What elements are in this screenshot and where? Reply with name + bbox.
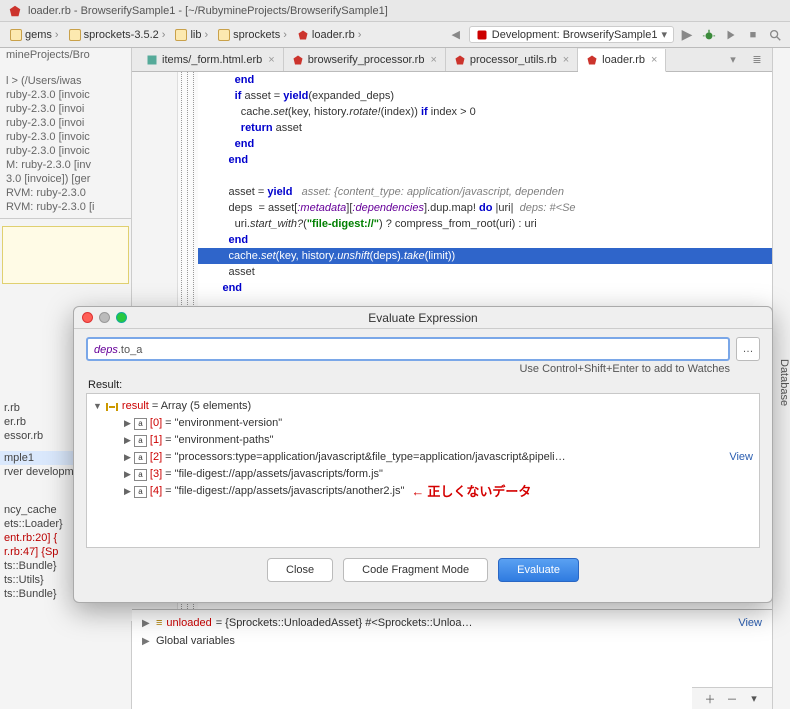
run-config-selector[interactable]: Development: BrowserifySample1 ▾ (469, 26, 674, 43)
expression-input[interactable]: deps.to_a (86, 337, 730, 361)
close-icon[interactable]: × (651, 54, 657, 66)
evaluate-expression-dialog: Evaluate Expression deps.to_a … Use Cont… (73, 306, 773, 603)
expand-icon[interactable]: ▶ (124, 483, 131, 500)
stop-button[interactable]: ■ (744, 26, 762, 44)
execution-line: cache.set(key, history.unshift(deps).tak… (198, 248, 772, 264)
ruby-file-icon (292, 54, 304, 66)
breadcrumb-toolbar: gems› sprockets-3.5.2› lib› sprockets› l… (0, 22, 790, 48)
rails-icon (476, 29, 488, 41)
debug-button[interactable] (700, 26, 718, 44)
chevron-down-icon: ▾ (661, 28, 667, 41)
ruby-file-icon (586, 54, 598, 66)
database-tool-tab[interactable]: Database (772, 48, 790, 709)
string-icon: a (134, 452, 147, 464)
search-button[interactable] (766, 26, 784, 44)
result-label: Result: (74, 379, 772, 393)
result-item[interactable]: ▶a[2] = "processors:type=application/jav… (93, 449, 753, 466)
tabs-list-button[interactable]: ≣ (748, 51, 766, 69)
ruby-file-icon (297, 29, 309, 41)
add-button[interactable]: ＋ (702, 691, 718, 707)
chevron-right-icon: › (283, 29, 287, 41)
expand-icon[interactable]: ▶ (124, 449, 131, 466)
hint-label: Use Control+Shift+Enter to add to Watche… (74, 361, 772, 379)
string-icon: a (134, 418, 147, 430)
string-icon: a (134, 486, 147, 498)
chevron-right-icon: › (162, 29, 166, 41)
breadcrumb-item[interactable]: sprockets-3.5.2› (65, 28, 170, 42)
close-icon[interactable]: × (430, 54, 436, 66)
code-content[interactable]: end if asset = yield(expanded_deps) cach… (198, 72, 772, 296)
result-tree[interactable]: ▼ result = Array (5 elements) ▶a[0] = "e… (86, 393, 760, 548)
tab-loader[interactable]: loader.rb× (578, 49, 666, 72)
dialog-title: Evaluate Expression (74, 311, 772, 325)
expand-icon[interactable]: ▶ (124, 415, 131, 432)
tab-form-html[interactable]: items/_form.html.erb× (138, 48, 284, 71)
result-item[interactable]: ▶a[0] = "environment-version" (93, 415, 753, 432)
remove-button[interactable]: － (724, 691, 740, 707)
variable-row[interactable]: ▶ ≡ unloaded = {Sprockets::UnloadedAsset… (142, 614, 762, 632)
annotation-text: 正しくないデータ (427, 483, 531, 500)
folder-icon (69, 29, 81, 41)
expression-history-button[interactable]: … (736, 337, 760, 361)
result-item[interactable]: ▶a[3] = "file-digest://app/assets/javasc… (93, 466, 753, 483)
folder-icon (218, 29, 230, 41)
folder-icon (175, 29, 187, 41)
debug-variables-panel[interactable]: ▶ ≡ unloaded = {Sprockets::UnloadedAsset… (132, 609, 772, 709)
expand-icon[interactable]: ▶ (124, 432, 131, 449)
view-link[interactable]: View (738, 617, 762, 629)
close-icon[interactable]: × (563, 54, 569, 66)
tab-browserify-processor[interactable]: browserify_processor.rb× (284, 48, 446, 71)
result-item[interactable]: ▶a[4] = "file-digest://app/assets/javasc… (93, 483, 753, 500)
breadcrumb-item[interactable]: loader.rb› (293, 28, 365, 42)
tab-processor-utils[interactable]: processor_utils.rb× (446, 48, 578, 71)
editor-tabs: items/_form.html.erb× browserify_process… (132, 48, 772, 72)
collapse-icon[interactable]: ▼ (93, 398, 102, 415)
code-fragment-mode-button[interactable]: Code Fragment Mode (343, 558, 488, 582)
evaluate-button[interactable]: Evaluate (498, 558, 579, 582)
chevron-right-icon: › (204, 29, 208, 41)
close-button[interactable]: Close (267, 558, 333, 582)
close-icon[interactable]: × (268, 54, 274, 66)
dialog-title-bar[interactable]: Evaluate Expression (74, 307, 772, 329)
folder-icon (10, 29, 22, 41)
array-icon (105, 401, 119, 413)
chevron-right-icon: › (55, 29, 59, 41)
string-icon: a (134, 469, 147, 481)
result-item[interactable]: ▶a[1] = "environment-paths" (93, 432, 753, 449)
result-root[interactable]: ▼ result = Array (5 elements) (93, 398, 753, 415)
chevron-right-icon: › (358, 29, 362, 41)
string-icon: a (134, 435, 147, 447)
ruby-file-icon (8, 4, 22, 18)
breadcrumb-item[interactable]: sprockets› (214, 28, 291, 42)
breadcrumb-item[interactable]: lib› (171, 28, 212, 42)
view-link[interactable]: View (729, 449, 753, 466)
run-button[interactable]: ▶ (678, 26, 696, 44)
expand-icon[interactable]: ▶ (124, 466, 131, 483)
expand-icon[interactable]: ▶ (142, 636, 152, 647)
ruby-file-icon (454, 54, 466, 66)
window-title: loader.rb - BrowserifySample1 - [~/Rubym… (28, 5, 388, 17)
erb-file-icon (146, 54, 158, 66)
filter-button[interactable]: ▾ (746, 691, 762, 707)
annotation-arrow-icon: ← (407, 483, 424, 500)
expand-icon[interactable]: ▶ (142, 618, 152, 629)
run-with-coverage-button[interactable] (722, 26, 740, 44)
breadcrumb-item[interactable]: gems› (6, 28, 63, 42)
variable-row[interactable]: ▶ Global variables (142, 632, 762, 650)
window-title-bar: loader.rb - BrowserifySample1 - [~/Rubym… (0, 0, 790, 22)
tabs-dropdown-button[interactable]: ▾ (724, 51, 742, 69)
nav-back-button[interactable]: ◀ (447, 26, 465, 44)
